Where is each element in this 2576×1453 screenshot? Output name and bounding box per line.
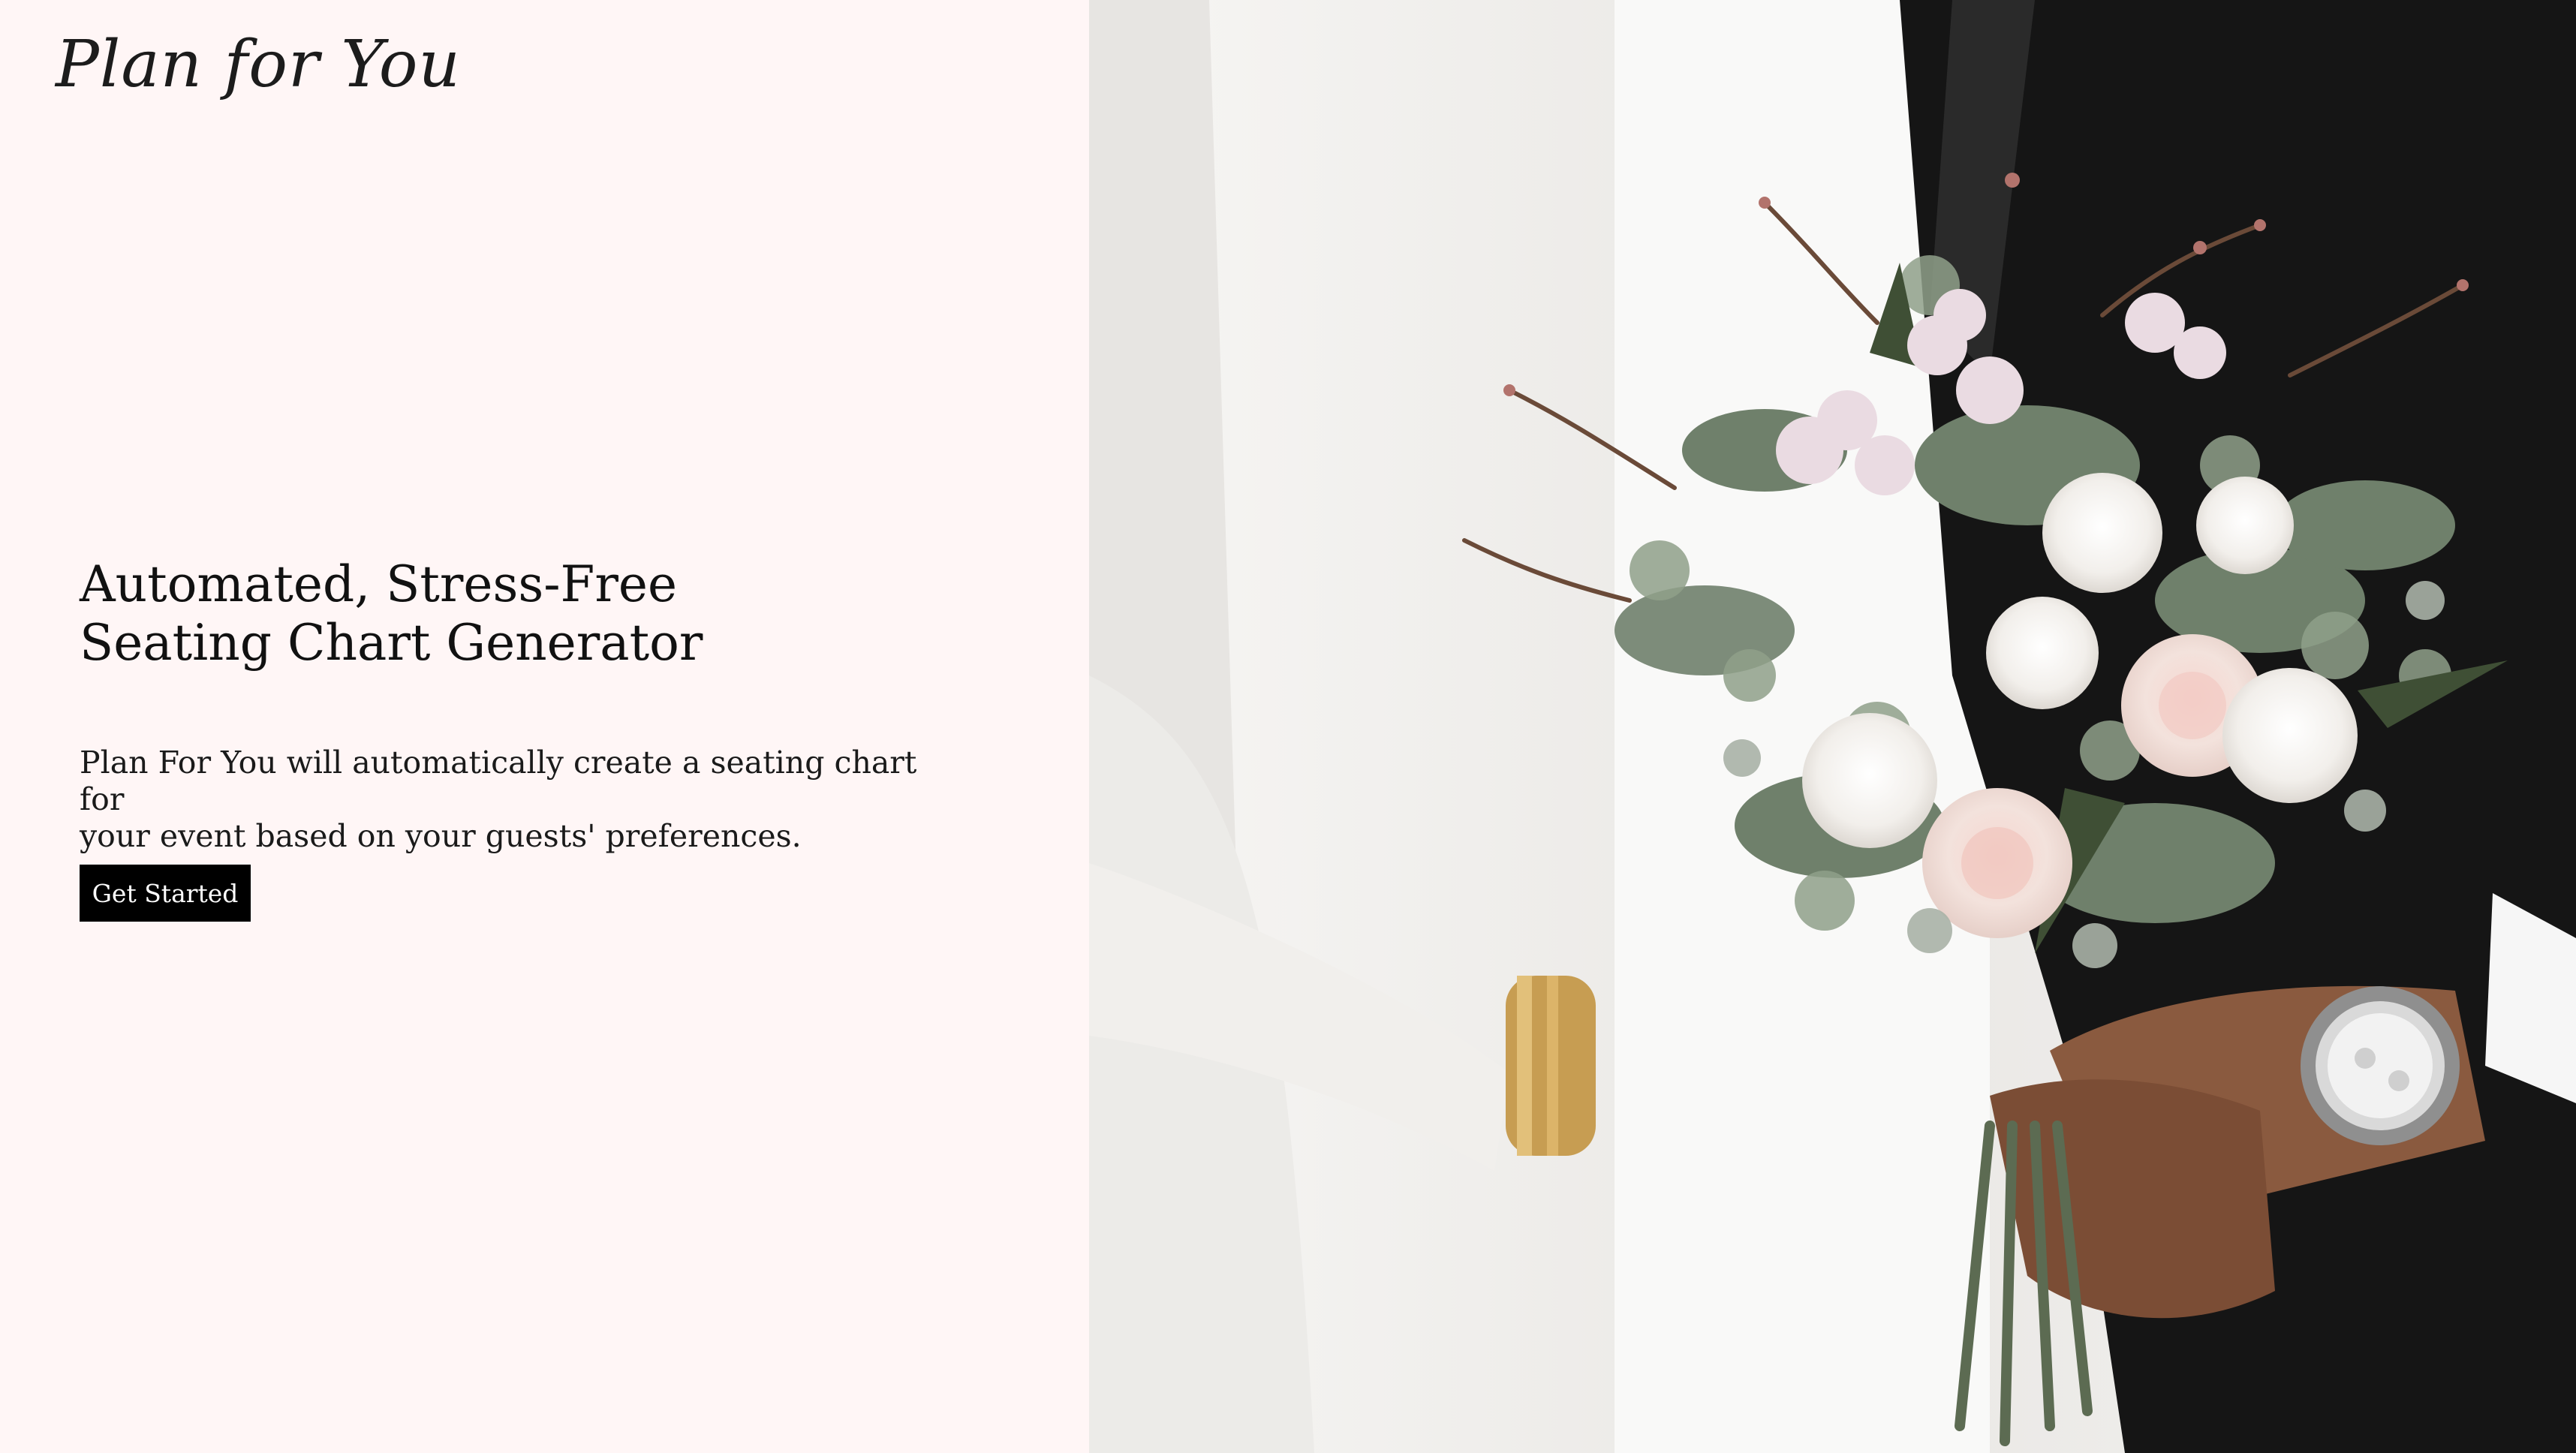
hero-title: Automated, Stress-Free Seating Chart Gen… [80, 555, 905, 672]
hero-title-line-1: Automated, Stress-Free [80, 555, 677, 613]
hero-description: Plan For You will automatically create a… [80, 745, 965, 855]
landing-page: Plan for You Automated, Stress-Free Seat… [0, 0, 2576, 1453]
bouquet-illustration [1089, 0, 2576, 1453]
hero-title-line-2: Seating Chart Generator [80, 614, 703, 672]
hero-description-line-1: Plan For You will automatically create a… [80, 745, 917, 817]
wedding-bouquet-photo [1089, 0, 2576, 1453]
hero-description-line-2: your event based on your guests' prefere… [80, 818, 802, 854]
get-started-button[interactable]: Get Started [80, 865, 251, 922]
hero-left-panel: Plan for You Automated, Stress-Free Seat… [0, 0, 1089, 1453]
brand-logo[interactable]: Plan for You [56, 27, 461, 102]
